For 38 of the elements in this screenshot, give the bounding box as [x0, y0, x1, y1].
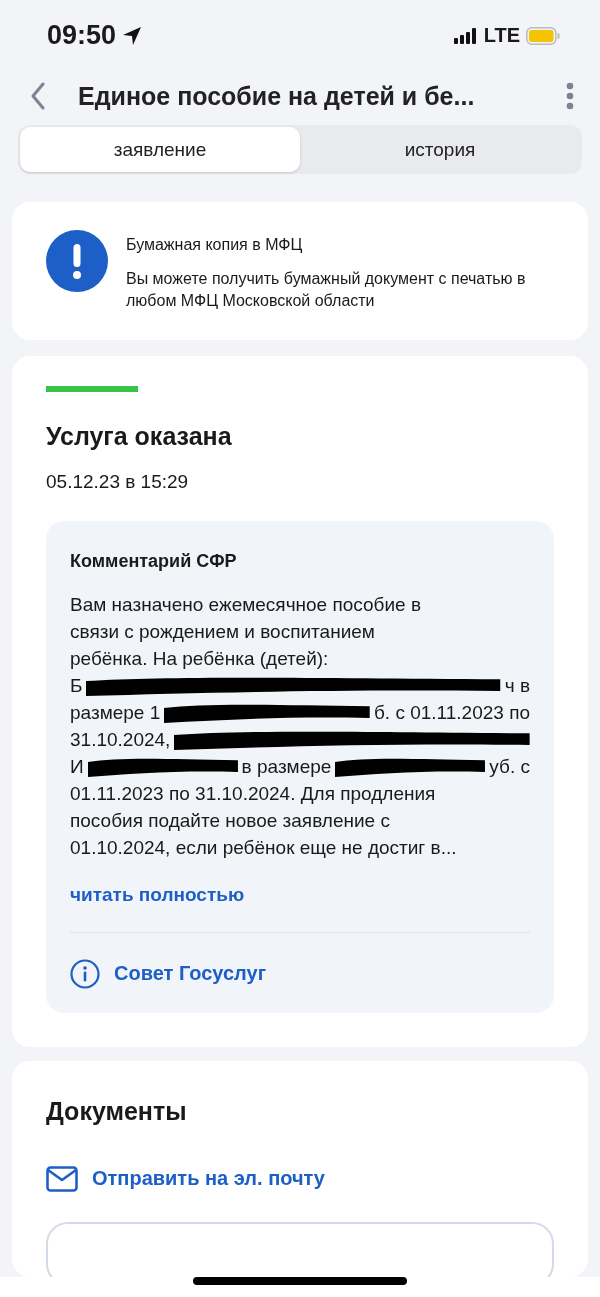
back-chevron-icon — [30, 82, 46, 111]
tab[interactable]: история — [300, 127, 580, 172]
location-arrow-icon — [122, 25, 143, 46]
info-icon — [70, 959, 100, 989]
back-button[interactable] — [30, 82, 46, 111]
page-title: Единое пособие на детей и бе... — [78, 81, 476, 111]
more-menu-button[interactable] — [566, 82, 574, 111]
comment-text: пособия подайте новое заявление с — [70, 810, 390, 833]
notice-text: Вы можете получить бумажный документ с печатью в любом МФЦ Московской области — [126, 269, 526, 311]
comment-text: 01.10.2024, если ребёнок еще не достиг в... — [70, 837, 457, 860]
comment-text: уб. с — [489, 756, 530, 779]
comment-text: ч в — [504, 675, 530, 698]
notice-title: Бумажная копия в МФЦ — [126, 236, 304, 254]
documents-title: Документы — [46, 1097, 188, 1126]
clock-time: 09:50 — [47, 20, 117, 52]
comment-text: в размере — [241, 756, 332, 779]
comment-text: связи с рождением и воспитанием — [70, 621, 375, 644]
email-link[interactable]: Отправить на эл. почту — [46, 1166, 325, 1192]
tab[interactable]: заявление — [20, 127, 300, 172]
comment-text: Вам назначено ежемесячное пособие в — [70, 594, 421, 617]
more-dots-icon — [566, 82, 574, 111]
exclamation-icon — [46, 230, 108, 292]
status-title: Услуга оказана — [46, 422, 233, 451]
comment-text: Б — [70, 675, 83, 698]
signal-icon — [453, 27, 478, 44]
comment-text: размере 1 — [70, 702, 161, 725]
status-date: 05.12.23 в 15:29 — [46, 471, 190, 493]
tip-link[interactable]: Совет Госуслуг — [70, 959, 266, 989]
comment-text: ребёнка. На ребёнка (детей): — [70, 648, 329, 671]
comment-text: б. с 01.11.2023 по — [373, 702, 530, 725]
network-label: LTE — [483, 24, 520, 48]
envelope-icon — [46, 1166, 78, 1192]
read-more-link[interactable]: читать полностью — [70, 884, 245, 906]
comment-title: Комментарий СФР — [70, 551, 238, 572]
comment-text: 01.11.2023 по 31.10.2024. Для продления — [70, 783, 436, 806]
battery-icon — [526, 26, 560, 45]
comment-text: 31.10.2024, — [70, 729, 171, 752]
comment-text: И — [70, 756, 84, 779]
